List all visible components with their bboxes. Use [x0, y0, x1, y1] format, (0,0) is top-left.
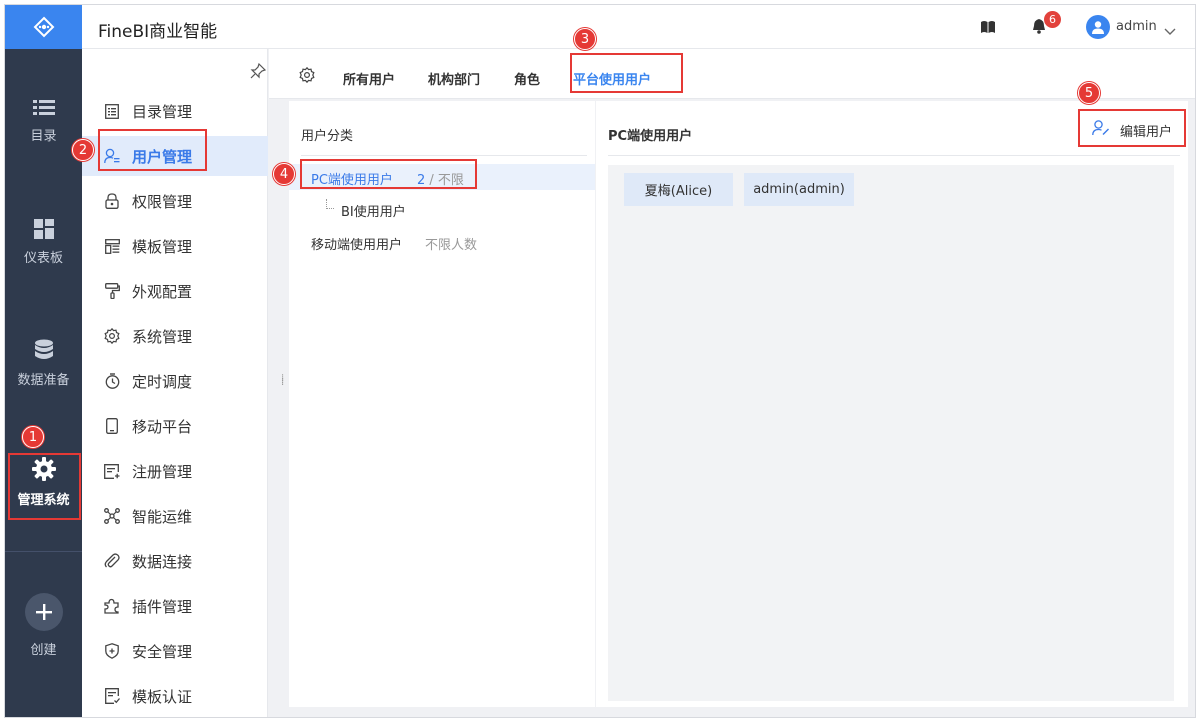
user-name[interactable]: admin [1116, 19, 1157, 34]
plus-icon [35, 604, 52, 620]
menu-item-template-cert[interactable]: 模板认证 [82, 676, 268, 716]
menu-item-label: 智能运维 [132, 507, 193, 526]
annotation-box [8, 453, 81, 520]
annotation-marker: 2 [72, 139, 94, 161]
menu-item-label: 模板认证 [132, 687, 193, 706]
menu-item-templates[interactable]: 模板管理 [82, 226, 268, 266]
menu-item-label: 数据连接 [132, 552, 193, 571]
lock-icon [105, 193, 119, 209]
ops-icon [104, 508, 120, 524]
menu-item-ops[interactable]: 智能运维 [82, 496, 268, 536]
list-icon [32, 100, 55, 115]
annotation-marker: 3 [574, 28, 596, 50]
chevron-down-icon[interactable] [1164, 21, 1176, 40]
menu-item-data-connection[interactable]: 数据连接 [82, 541, 268, 581]
panel-title: 用户分类 [301, 129, 354, 144]
annotation-box [570, 53, 683, 93]
rail-item-label: 数据准备 [17, 373, 70, 388]
menu-item-appearance[interactable]: 外观配置 [82, 271, 268, 311]
rail-item-catalog[interactable]: 目录 [5, 99, 82, 144]
annotation-marker: 1 [22, 426, 44, 448]
resize-handle[interactable]: ⁞ ⁞ [281, 374, 284, 388]
tab-settings-icon[interactable] [299, 66, 315, 87]
rail-item-label: 目录 [30, 129, 57, 144]
tree-item-mobile-users[interactable]: 移动端使用用户 不限人数 [289, 229, 595, 255]
register-icon [104, 463, 120, 479]
rail-item-create[interactable]: 创建 [5, 593, 82, 658]
tree-item-label: 移动端使用用户 [311, 238, 403, 253]
tab-departments[interactable]: 机构部门 [428, 69, 480, 88]
rail-item-label: 创建 [30, 643, 57, 658]
divider [301, 155, 587, 156]
app-window: 目录 仪表板 数据准备 管理系统 创建 FineBI商业智能 6 admin 目… [4, 4, 1196, 718]
user-avatar-icon [1092, 21, 1104, 34]
user-category-panel: 用户分类 PC端使用用户 2 / 不限 BI使用用户 移动端使用用户 不限人数 [289, 101, 595, 707]
menu-item-label: 注册管理 [132, 462, 193, 481]
annotation-box [1078, 109, 1186, 147]
tab-roles[interactable]: 角色 [514, 69, 540, 88]
menu-item-label: 目录管理 [132, 102, 193, 121]
top-header: FineBI商业智能 6 admin [82, 5, 1195, 49]
paint-icon [104, 283, 120, 299]
notification-badge: 6 [1044, 11, 1061, 28]
menu-item-plugins[interactable]: 插件管理 [82, 586, 268, 626]
user-chip[interactable]: 夏梅(Alice) [624, 173, 733, 206]
rail-divider [5, 551, 82, 552]
menu-item-security[interactable]: 安全管理 [82, 631, 268, 671]
menu-item-label: 权限管理 [132, 192, 193, 211]
menu-item-label: 系统管理 [132, 327, 193, 346]
user-tabs: 所有用户 机构部门 角色 平台使用用户 [269, 49, 1195, 99]
logo[interactable] [5, 5, 82, 49]
user-list-panel: PC端使用用户 编辑用户 夏梅(Alice) admin(admin) [596, 101, 1188, 707]
pin-icon[interactable] [250, 62, 267, 83]
finebi-logo-icon [33, 16, 54, 38]
catalog-icon [105, 103, 119, 119]
dashboard-icon [33, 219, 54, 239]
menu-item-mobile[interactable]: 移动平台 [82, 406, 268, 446]
menu-item-permissions[interactable]: 权限管理 [82, 181, 268, 221]
annotation-marker: 5 [1078, 82, 1100, 104]
shield-icon [105, 643, 119, 659]
tab-all-users[interactable]: 所有用户 [343, 69, 395, 88]
menu-item-catalog[interactable]: 目录管理 [82, 91, 268, 131]
mobile-icon [106, 418, 118, 434]
menu-item-schedule[interactable]: 定时调度 [82, 361, 268, 401]
menu-item-label: 移动平台 [132, 417, 193, 436]
menu-item-label: 插件管理 [132, 597, 193, 616]
user-chip-area: 夏梅(Alice) admin(admin) [608, 165, 1174, 701]
panel-title: PC端使用用户 [608, 129, 693, 144]
timer-icon [105, 373, 119, 389]
rail-item-dashboard[interactable]: 仪表板 [5, 219, 82, 266]
divider [608, 155, 1180, 156]
certificate-icon [104, 688, 120, 704]
plugin-icon [104, 598, 119, 614]
help-book-icon[interactable] [980, 19, 996, 38]
link-icon [104, 553, 120, 568]
menu-item-label: 安全管理 [132, 642, 193, 661]
menu-item-registration[interactable]: 注册管理 [82, 451, 268, 491]
menu-item-system[interactable]: 系统管理 [82, 316, 268, 356]
menu-item-label: 外观配置 [132, 282, 193, 301]
annotation-box [98, 129, 207, 171]
rail-item-data-prep[interactable]: 数据准备 [5, 339, 82, 388]
avatar[interactable] [1086, 15, 1110, 39]
rail-item-label: 仪表板 [23, 251, 63, 266]
tree-connector [326, 199, 334, 209]
menu-item-label: 定时调度 [132, 372, 193, 391]
user-chip[interactable]: admin(admin) [744, 173, 854, 206]
primary-nav-rail: 目录 仪表板 数据准备 管理系统 创建 [5, 5, 82, 717]
annotation-marker: 4 [273, 163, 295, 185]
menu-item-label: 模板管理 [132, 237, 193, 256]
user-limit: 不限人数 [425, 238, 478, 253]
annotation-box [300, 159, 477, 189]
app-title: FineBI商业智能 [98, 22, 218, 42]
database-icon [34, 339, 53, 359]
template-icon [104, 238, 120, 254]
tree-item-bi-users[interactable]: BI使用用户 [289, 196, 595, 222]
settings-icon [104, 328, 120, 344]
tree-item-label: BI使用用户 [341, 205, 406, 220]
